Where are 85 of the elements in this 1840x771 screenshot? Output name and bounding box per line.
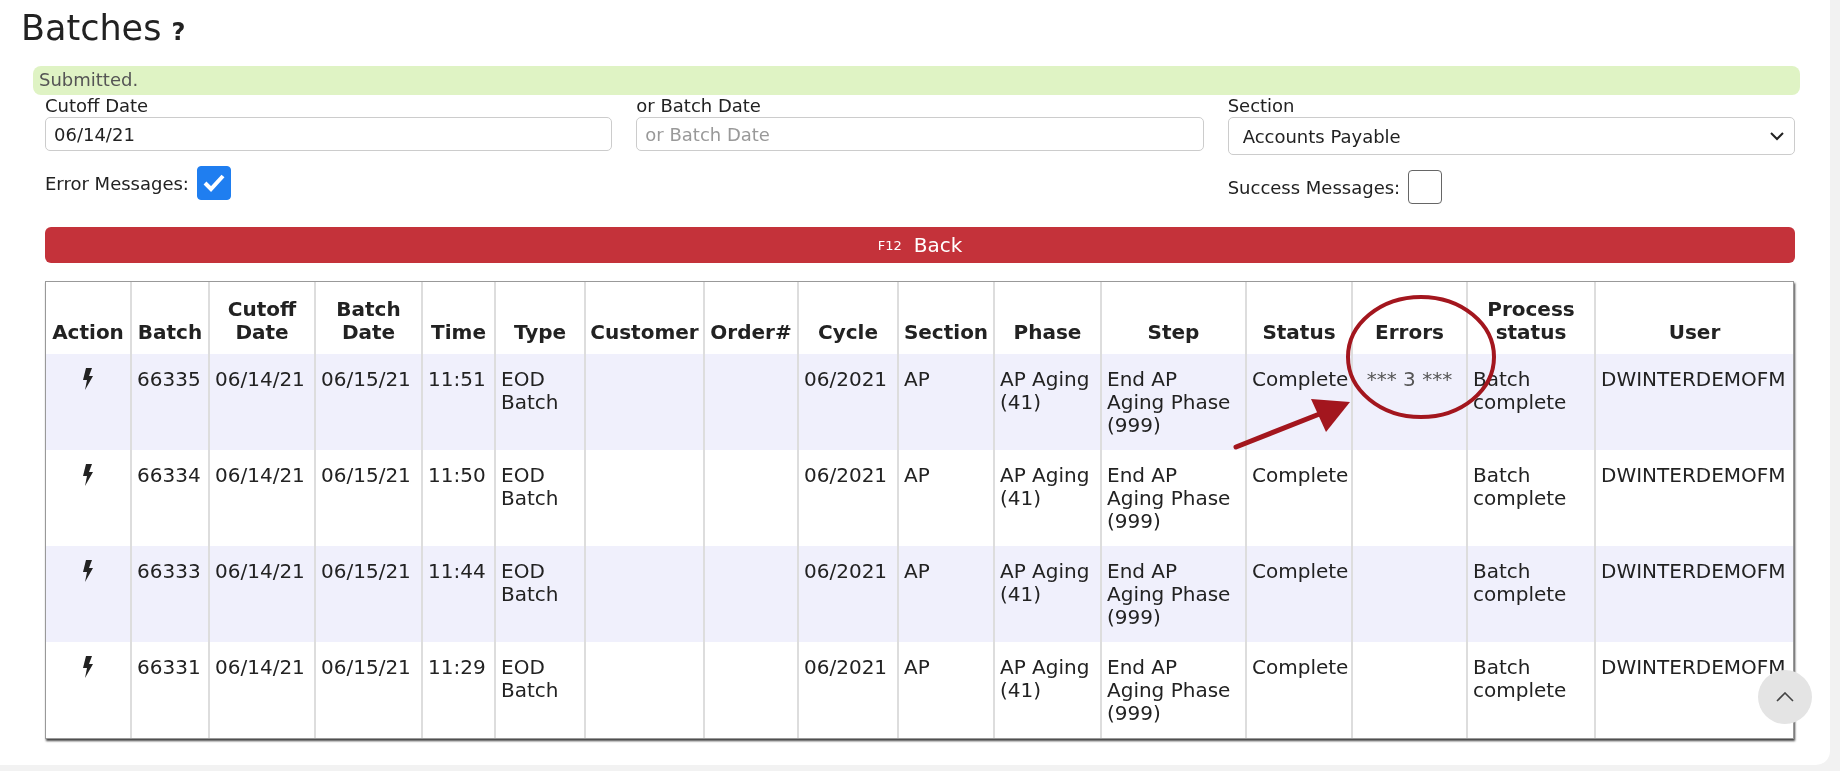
checkbox[interactable] xyxy=(1408,170,1443,204)
table-cell: 06/14/21 xyxy=(215,463,305,487)
table-cell: 11:44 xyxy=(428,559,486,583)
date-input[interactable]: or Batch Date xyxy=(636,117,1204,151)
table-cell: Batch complete xyxy=(1473,655,1567,702)
field-label: or Batch Date xyxy=(636,95,762,117)
table-cell: Complete xyxy=(1252,559,1349,583)
table-cell: DWINTERDEMOFM xyxy=(1601,367,1786,391)
column-header: Order# xyxy=(710,320,792,344)
table-cell: 66335 xyxy=(137,367,201,391)
lightning-icon[interactable] xyxy=(82,560,94,582)
success-notice: Submitted. xyxy=(33,66,1800,95)
page-title: Batches xyxy=(21,8,162,48)
table-cell: 11:51 xyxy=(428,367,486,391)
table-cell: Complete xyxy=(1252,367,1349,391)
table-cell: AP Aging (41) xyxy=(1000,463,1090,510)
chevron-up-icon xyxy=(1776,692,1794,702)
table-cell: Complete xyxy=(1252,463,1349,487)
column-header: Customer xyxy=(590,320,699,344)
column-header: Batch xyxy=(137,320,203,344)
table-cell: 11:29 xyxy=(428,655,486,679)
column-header: Cutoff Date xyxy=(227,297,297,344)
column-header: Step xyxy=(1147,320,1200,344)
field-label: Section xyxy=(1227,95,1296,117)
table-cell: End AP Aging Phase (999) xyxy=(1107,367,1231,437)
table-cell: AP Aging (41) xyxy=(1000,367,1090,414)
lightning-icon[interactable] xyxy=(82,464,94,486)
table-cell: 06/2021 xyxy=(804,463,888,487)
table-cell: DWINTERDEMOFM xyxy=(1601,655,1786,679)
table-cell: 06/15/21 xyxy=(321,559,411,583)
column-header: Time xyxy=(431,320,486,344)
column-header: Errors xyxy=(1375,320,1444,344)
table-cell: End AP Aging Phase (999) xyxy=(1107,655,1231,725)
checkmark-icon xyxy=(202,174,225,192)
table-cell: 06/14/21 xyxy=(215,655,305,679)
column-header: Status xyxy=(1262,320,1336,344)
table-cell: EOD Batch xyxy=(501,559,559,606)
column-header: Section xyxy=(903,320,989,344)
table-cell: 06/15/21 xyxy=(321,655,411,679)
table-cell: 06/15/21 xyxy=(321,367,411,391)
column-header: Type xyxy=(513,320,567,344)
table-cell: AP xyxy=(904,463,930,487)
table-cell: AP Aging (41) xyxy=(1000,559,1090,606)
table-cell: EOD Batch xyxy=(501,463,559,510)
table-cell: AP xyxy=(904,559,930,583)
date-input[interactable]: 06/14/21 xyxy=(45,117,613,151)
column-header: Action xyxy=(52,320,124,344)
column-header: Process status xyxy=(1487,297,1575,344)
column-header: Phase xyxy=(1013,320,1082,344)
table-cell: EOD Batch xyxy=(501,367,559,414)
lightning-icon[interactable] xyxy=(82,656,94,678)
table-cell: End AP Aging Phase (999) xyxy=(1107,559,1231,629)
table-cell: AP xyxy=(904,655,930,679)
table-cell: DWINTERDEMOFM xyxy=(1601,559,1786,583)
table-cell: End AP Aging Phase (999) xyxy=(1107,463,1231,533)
table-cell: Batch complete xyxy=(1473,463,1567,510)
table-cell: 66334 xyxy=(137,463,201,487)
table-cell: Batch complete xyxy=(1473,559,1567,606)
section-dropdown[interactable]: Accounts Payable xyxy=(1227,117,1795,155)
table-cell: 06/14/21 xyxy=(215,367,305,391)
lightning-icon[interactable] xyxy=(82,368,94,390)
table-cell: AP xyxy=(904,367,930,391)
column-header: Batch Date xyxy=(336,297,401,344)
help-link[interactable]: ? xyxy=(171,18,186,46)
error-count: *** 3 *** xyxy=(1366,367,1453,391)
table-cell: 06/14/21 xyxy=(215,559,305,583)
column-header: User xyxy=(1668,320,1721,344)
table-cell: 66331 xyxy=(137,655,201,679)
table-cell: 06/15/21 xyxy=(321,463,411,487)
column-header: Cycle xyxy=(818,320,878,344)
back-button[interactable]: F12 Back xyxy=(45,227,1795,263)
checkbox-label: Error Messages: xyxy=(45,172,189,194)
field-label: Cutoff Date xyxy=(45,95,150,117)
checkbox[interactable] xyxy=(196,166,231,200)
table-cell: DWINTERDEMOFM xyxy=(1601,463,1786,487)
checkbox-label: Success Messages: xyxy=(1227,176,1401,198)
table-cell: AP Aging (41) xyxy=(1000,655,1090,702)
chevron-down-icon xyxy=(1770,131,1784,141)
table-cell: 66333 xyxy=(137,559,201,583)
table-cell: 06/2021 xyxy=(804,655,888,679)
table-cell: 11:50 xyxy=(428,463,486,487)
table-cell: 06/2021 xyxy=(804,559,888,583)
table-cell: EOD Batch xyxy=(501,655,559,702)
table-cell: Complete xyxy=(1252,655,1349,679)
table-cell: 06/2021 xyxy=(804,367,888,391)
